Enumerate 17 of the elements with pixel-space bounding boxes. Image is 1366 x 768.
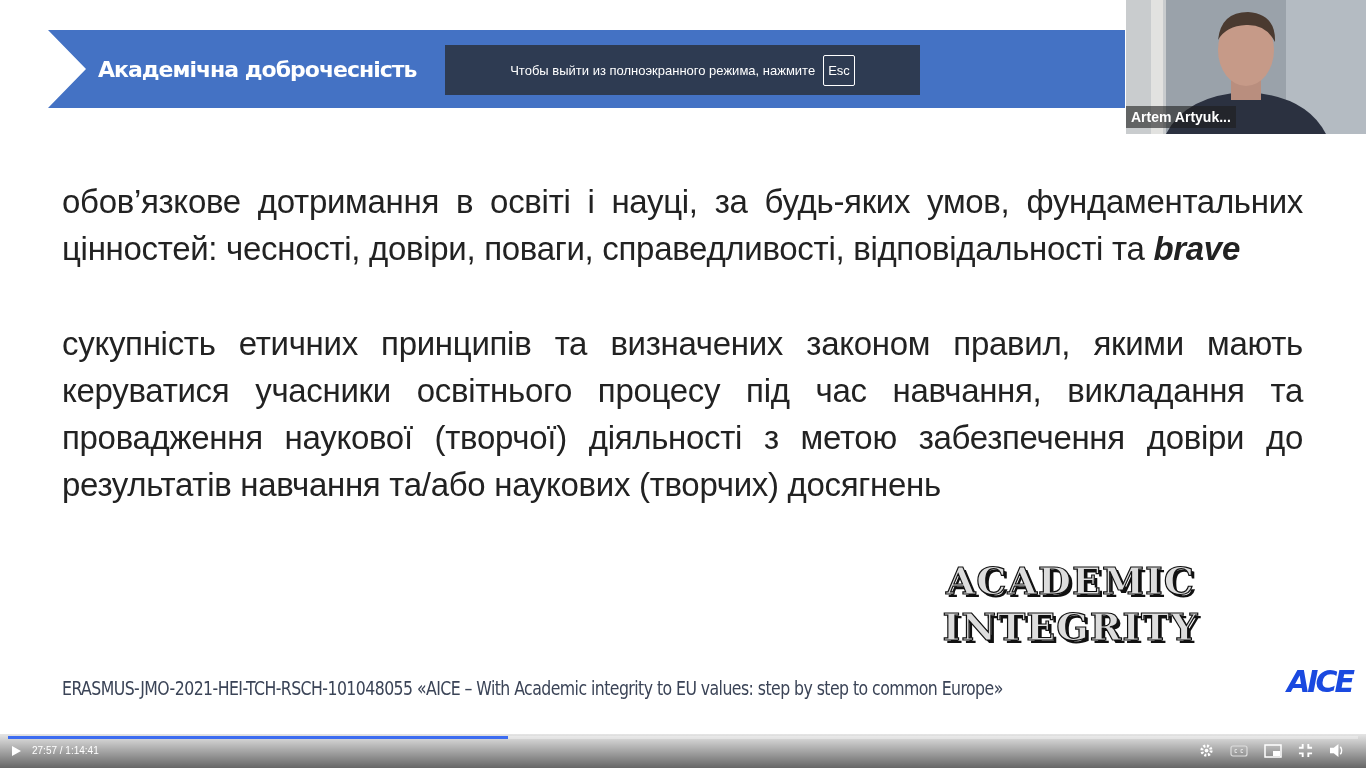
miniplayer-icon[interactable] (1264, 743, 1282, 758)
logo: AICE (1287, 664, 1352, 699)
decorative-heading: INTEGRITY (942, 604, 1199, 650)
slide-title: Академічна доброчесність (98, 56, 417, 82)
captions-icon[interactable] (1230, 744, 1248, 757)
time-display: 27:57 / 1:14:41 (32, 745, 99, 756)
notice-text: Чтобы выйти из полноэкранного режима, нажмите (510, 62, 816, 78)
settings-icon[interactable] (1199, 743, 1214, 758)
footer-text: ERASMUS-JMO-2021-HEI-TCH-RSCH-101048055 «AICE – With Academic integrity to EU values: step by step to common Europe» (62, 677, 1003, 699)
paragraph: сукупність етичних принципів та визначених законом правил, якими мають керуватися учасники освітнього процесу під час навчання, викладання та провадження наукової (творчої) діяльності з метою забезпечення довіри до результатів навчання та/або наукових (творчих) досягнень (62, 324, 1303, 505)
fullscreen-exit-icon[interactable] (1298, 743, 1313, 758)
play-icon[interactable] (10, 744, 22, 757)
esc-key: Esc (823, 54, 855, 86)
participant-name: Artem Artyuk... (1126, 106, 1236, 128)
decorative-heading: ACADEMIC (945, 558, 1196, 604)
progress-bar[interactable] (8, 736, 1358, 739)
paragraph: обов’язкове дотримання в освіті і науці, за будь-яких умов, фундаментальних цінностей: чесності, довіри, поваги, справедливості, відповідальності та brave (62, 182, 1303, 269)
